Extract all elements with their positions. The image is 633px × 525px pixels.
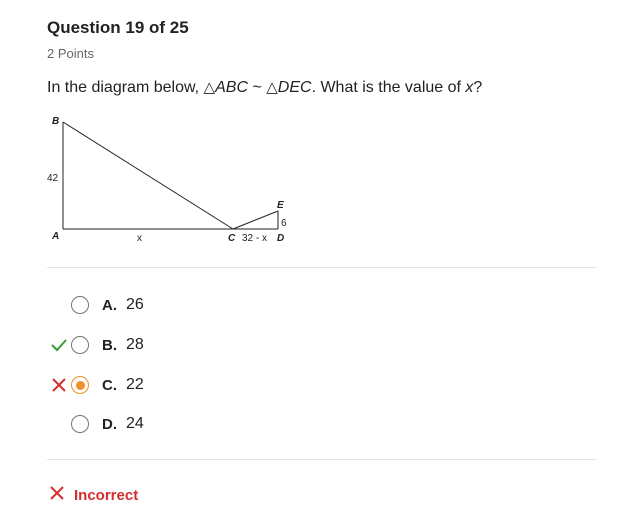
- triangle-symbol-icon: △: [266, 79, 278, 96]
- triangle-abc-label: ABC: [215, 79, 248, 96]
- vertex-b-label: B: [52, 116, 59, 127]
- side-ce-line: [232, 210, 279, 230]
- status-mark-empty: [48, 294, 70, 316]
- side-de-label: 6: [281, 218, 287, 229]
- option-letter: A.: [102, 296, 117, 314]
- option-letter: D.: [102, 415, 117, 433]
- option-letter: C.: [102, 376, 117, 394]
- result-label: Incorrect: [74, 487, 139, 504]
- option-letter: B.: [102, 336, 117, 354]
- divider-bottom: [47, 459, 597, 460]
- answer-option-c[interactable]: C. 22: [48, 372, 144, 398]
- question-text-suffix: ?: [473, 79, 483, 96]
- x-icon: [48, 374, 70, 396]
- answer-option-b[interactable]: B. 28: [48, 332, 144, 358]
- radio-button[interactable]: [71, 415, 89, 433]
- question-text-prefix: In the diagram below,: [47, 79, 204, 96]
- radio-button[interactable]: [71, 296, 89, 314]
- question-text-middle: . What is the value of: [311, 79, 466, 96]
- side-bc-line: [62, 121, 234, 230]
- question-title: Question 19 of 25: [47, 18, 189, 37]
- vertex-d-label: D: [277, 233, 284, 244]
- option-value: 26: [126, 296, 144, 313]
- divider-top: [47, 267, 597, 268]
- radio-button[interactable]: [71, 336, 89, 354]
- radio-button-selected[interactable]: [71, 376, 89, 394]
- check-icon: [48, 334, 70, 356]
- status-mark-empty: [48, 413, 70, 435]
- side-cd-label: 32 - x: [242, 233, 267, 244]
- question-points: 2 Points: [47, 46, 94, 61]
- option-value: 28: [126, 336, 144, 353]
- option-value: 24: [126, 415, 144, 432]
- option-value: 22: [126, 376, 144, 393]
- radio-dot: [75, 380, 85, 390]
- vertex-c-label: C: [228, 233, 236, 244]
- x-icon: [50, 486, 64, 505]
- side-ac-label: x: [137, 233, 142, 244]
- similar-symbol: ~: [248, 79, 267, 96]
- triangle-diagram: B 42 A x C 32 - x D E 6: [47, 116, 287, 244]
- answer-option-d[interactable]: D. 24: [48, 411, 144, 437]
- triangle-dec-label: DEC: [277, 79, 312, 96]
- triangle-symbol-icon: △: [203, 79, 216, 96]
- vertex-a-label: A: [51, 231, 59, 242]
- vertex-e-label: E: [277, 200, 284, 211]
- result-feedback: Incorrect: [50, 486, 138, 505]
- question-text: In the diagram below, △ABC ~ △DEC. What …: [47, 78, 482, 97]
- side-ab-label: 42: [47, 173, 59, 184]
- answer-option-a[interactable]: A. 26: [48, 292, 144, 318]
